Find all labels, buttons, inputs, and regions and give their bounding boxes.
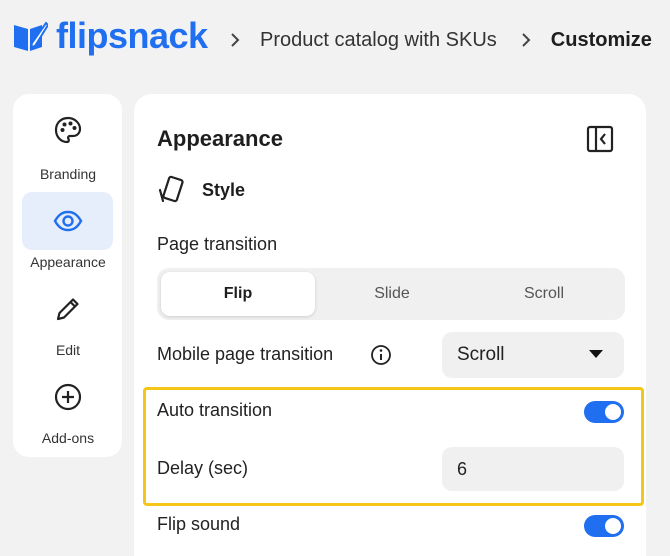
caret-down-icon	[589, 350, 603, 358]
pencil-icon	[56, 298, 79, 321]
flipsnack-logo-icon	[14, 21, 48, 51]
delay-input[interactable]	[442, 447, 624, 491]
rail-label-appearance: Appearance	[30, 254, 106, 270]
toggle-knob	[605, 518, 621, 534]
flip-sound-label: Flip sound	[157, 514, 241, 534]
plus-circle-icon	[54, 383, 81, 411]
flip-sound-toggle[interactable]	[584, 515, 624, 537]
rail-label-edit: Edit	[55, 342, 81, 358]
auto-transition-toggle[interactable]	[584, 401, 624, 423]
style-section-header: Style	[156, 174, 245, 206]
page-transition-option-slide[interactable]: Slide	[315, 272, 469, 316]
chevron-right-icon	[522, 33, 531, 47]
left-rail: Branding Appearance Edit Add-ons	[13, 94, 122, 457]
breadcrumb-item-current: Customize	[550, 29, 652, 51]
page-transition-segmented: Flip Slide Scroll	[157, 268, 625, 320]
rail-item-branding[interactable]: Branding	[22, 108, 113, 182]
page-transition-label: Page transition	[157, 234, 278, 254]
rail-item-appearance[interactable]: Appearance	[22, 192, 113, 270]
rail-label-add-ons: Add-ons	[41, 430, 95, 446]
mobile-transition-value: Scroll	[457, 344, 505, 365]
appearance-panel: Appearance Style Page transition Flip Sl…	[134, 94, 646, 556]
page-transition-option-scroll[interactable]: Scroll	[467, 272, 621, 316]
mobile-transition-label: Mobile page transition	[157, 344, 334, 364]
page-transition-option-flip[interactable]: Flip	[161, 272, 315, 316]
flipsnack-logo[interactable]: flipsnack	[12, 16, 208, 56]
auto-transition-label: Auto transition	[157, 400, 273, 420]
mobile-transition-select[interactable]: Scroll	[442, 332, 624, 378]
palette-icon	[54, 116, 81, 144]
collapse-panel-icon[interactable]	[586, 125, 614, 153]
brand-name: flipsnack	[56, 15, 208, 56]
info-icon[interactable]	[370, 344, 392, 366]
rail-item-edit[interactable]: Edit	[22, 292, 113, 358]
toggle-knob	[605, 404, 621, 420]
header: flipsnack Product catalog with SKUs Cust…	[0, 0, 670, 80]
breadcrumb-item-catalog[interactable]: Product catalog with SKUs	[260, 26, 497, 54]
eye-icon	[53, 210, 82, 232]
panel-title: Appearance	[157, 126, 283, 151]
rail-label-branding: Branding	[39, 166, 97, 182]
section-title-style: Style	[202, 179, 246, 200]
delay-label: Delay (sec)	[157, 458, 249, 478]
device-cards-icon	[158, 175, 184, 203]
rail-item-add-ons[interactable]: Add-ons	[22, 380, 113, 446]
chevron-right-icon	[231, 33, 240, 47]
breadcrumb: Product catalog with SKUs Customize	[228, 26, 652, 54]
